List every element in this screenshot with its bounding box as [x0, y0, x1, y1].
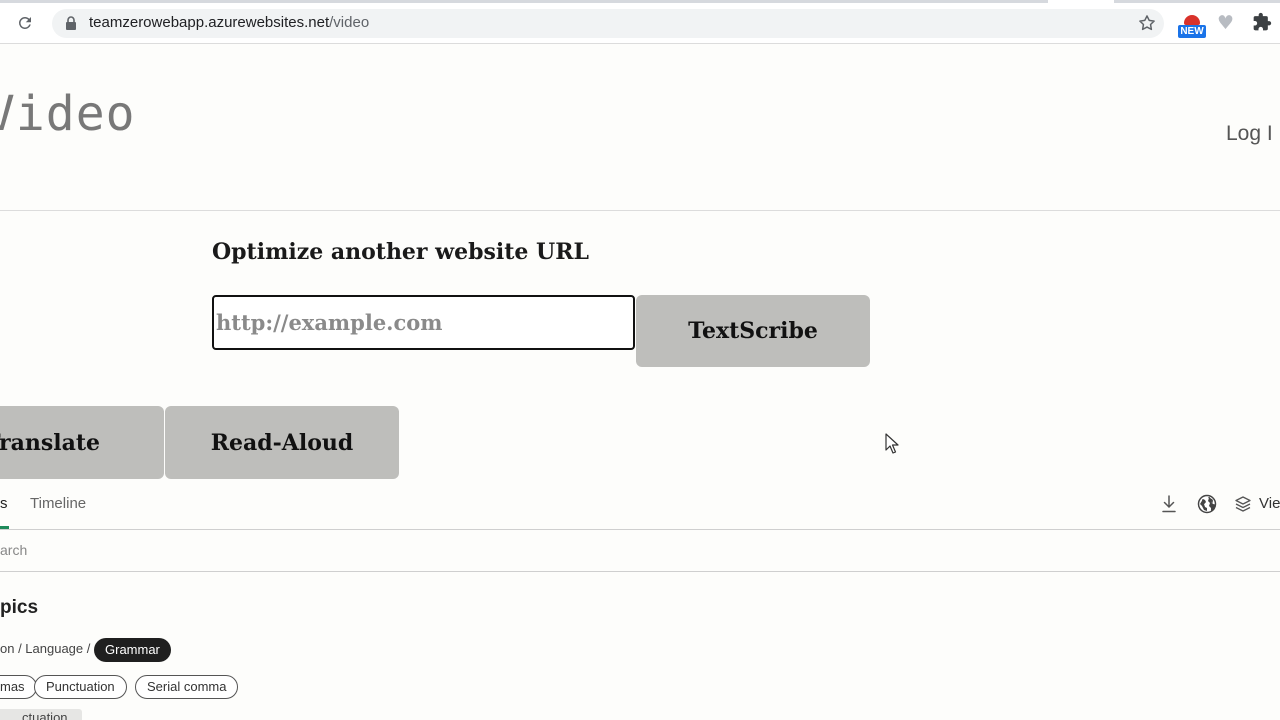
topics-heading: pics [0, 597, 39, 618]
topic-chip-punctuation[interactable]: Punctuation [34, 675, 127, 699]
topic-chip-serial-comma[interactable]: Serial comma [135, 675, 239, 699]
view-menu[interactable]: Vie [1259, 495, 1280, 512]
optimize-heading: Optimize another website URL [212, 239, 589, 265]
mouse-cursor-icon [885, 433, 899, 454]
translate-button[interactable]: Translate [0, 406, 164, 479]
tabs-divider [0, 529, 1280, 530]
download-icon[interactable] [1160, 494, 1178, 514]
tab-timeline[interactable]: Timeline [30, 495, 86, 512]
reload-icon-svg [18, 16, 31, 29]
extension-new-icon[interactable]: NEW [1176, 13, 1208, 39]
extensions-puzzle-icon[interactable] [1252, 12, 1272, 32]
website-url-input[interactable] [212, 295, 635, 350]
tab-strip-right [1114, 0, 1280, 3]
globe-icon[interactable] [1197, 494, 1217, 514]
url-text[interactable]: teamzerowebapp.azurewebsites.net/video [89, 14, 369, 31]
textscribe-button[interactable]: TextScribe [636, 295, 870, 367]
new-badge: NEW [1178, 25, 1206, 38]
heart-icon[interactable]: ♥ [1217, 14, 1237, 33]
tab-strip [0, 0, 1048, 3]
login-link[interactable]: Log I [1226, 122, 1273, 146]
lock-icon[interactable] [65, 16, 77, 30]
header-divider [0, 210, 1280, 211]
bookmark-star-icon[interactable] [1137, 13, 1157, 33]
helmet-icon [1184, 15, 1200, 25]
url-path: /video [329, 14, 370, 31]
reload-icon[interactable] [14, 12, 36, 34]
search-input[interactable]: arch [0, 542, 27, 558]
url-host: teamzerowebapp.azurewebsites.net [89, 14, 330, 31]
read-aloud-button[interactable]: Read-Aloud [165, 406, 399, 479]
layers-icon[interactable] [1234, 495, 1252, 513]
topic-chip-commas[interactable]: mas [0, 675, 37, 699]
search-divider [0, 571, 1280, 572]
topic-breadcrumb[interactable]: on / Language / [0, 641, 90, 656]
site-logo[interactable]: Video [0, 86, 136, 142]
tab-insights[interactable]: s [0, 495, 8, 512]
topic-grammar-pill[interactable]: Grammar [94, 638, 171, 662]
topic-chip-partial[interactable]: ctuation [0, 709, 82, 720]
